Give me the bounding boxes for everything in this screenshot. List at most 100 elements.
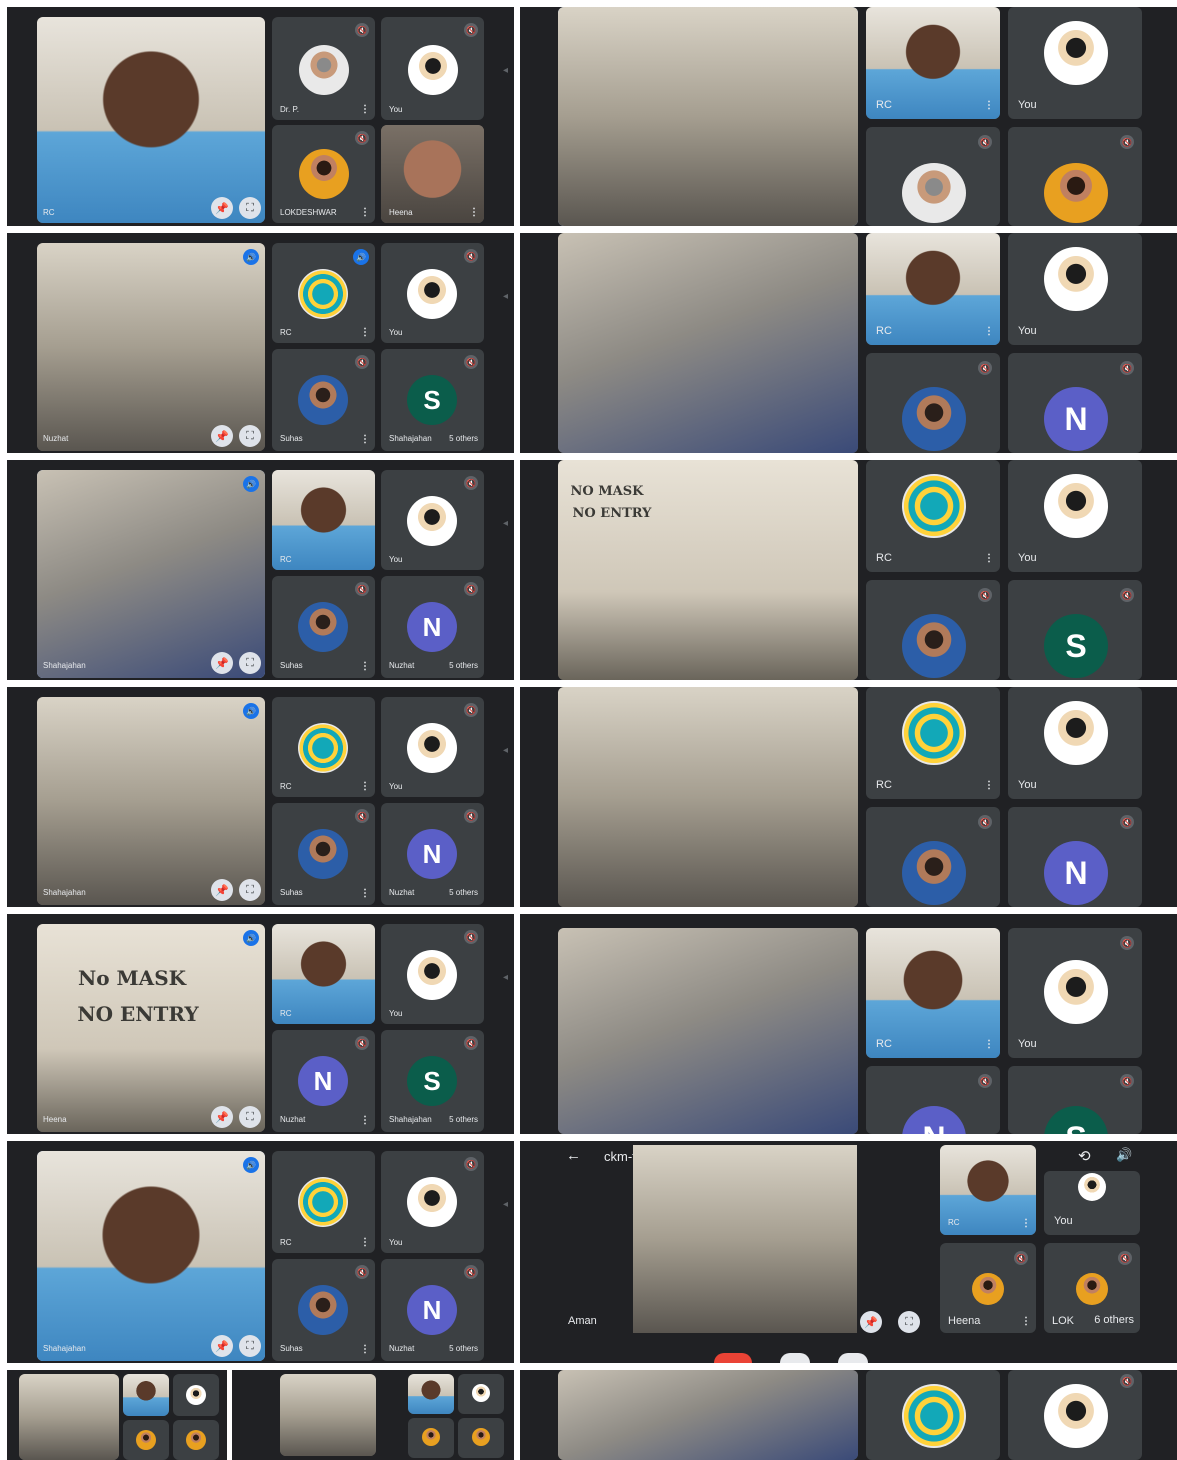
main-video-tile[interactable] xyxy=(558,233,858,453)
participant-tile[interactable]: RC ⋮ xyxy=(940,1145,1036,1235)
participant-tile[interactable] xyxy=(408,1418,454,1458)
participant-tile[interactable]: You xyxy=(1008,687,1142,799)
participant-tile[interactable] xyxy=(123,1374,169,1416)
more-options-icon[interactable]: ⋮ xyxy=(360,435,370,445)
rail-arrow-icon[interactable]: ◂ xyxy=(503,291,508,302)
participant-tile[interactable] xyxy=(458,1374,504,1414)
pin-icon[interactable]: 📌 xyxy=(211,1335,233,1357)
main-video-tile[interactable] xyxy=(558,928,858,1134)
participant-tile[interactable]: S 🔇 Shahajahan 5 others xyxy=(381,1030,484,1132)
participant-tile[interactable]: 🔇 LOK 6 others xyxy=(1044,1243,1140,1333)
rail-arrow-icon[interactable]: ◂ xyxy=(503,65,508,76)
more-options-icon[interactable]: ⋮ xyxy=(360,889,370,899)
pin-icon[interactable]: 📌 xyxy=(211,879,233,901)
others-count[interactable]: 5 others xyxy=(449,661,478,670)
participant-tile[interactable]: You xyxy=(1008,460,1142,572)
participant-tile[interactable] xyxy=(173,1420,219,1460)
rail-arrow-icon[interactable]: ◂ xyxy=(503,518,508,529)
fullscreen-icon[interactable]: ⛶ xyxy=(239,879,261,901)
more-options-icon[interactable]: ⋮ xyxy=(360,208,370,218)
fullscreen-icon[interactable]: ⛶ xyxy=(898,1311,920,1333)
others-count[interactable]: 5 others xyxy=(449,434,478,443)
rail-arrow-icon[interactable]: ◂ xyxy=(503,745,508,756)
participant-tile[interactable]: 🔇 You xyxy=(381,924,484,1024)
participant-tile[interactable]: S 🔇 Shahajahan 5 others xyxy=(381,349,484,451)
more-options-icon[interactable]: ⋮ xyxy=(984,327,994,337)
participant-tile[interactable]: Heena ⋮ xyxy=(381,125,484,223)
mic-toggle-button[interactable] xyxy=(780,1353,810,1363)
participant-tile[interactable]: N 🔇 Nuzhat ⋮ xyxy=(272,1030,375,1132)
participant-tile[interactable]: 🔇 xyxy=(866,353,1000,453)
participant-tile[interactable]: N 🔇 xyxy=(1008,807,1142,907)
participant-tile[interactable]: 🔇 You xyxy=(381,697,484,797)
more-options-icon[interactable]: ⋮ xyxy=(360,105,370,115)
more-options-icon[interactable]: ⋮ xyxy=(1021,1219,1031,1229)
participant-tile[interactable] xyxy=(458,1418,504,1458)
participant-tile[interactable]: 🔇 xyxy=(866,580,1000,680)
participant-tile[interactable]: RC ⋮ xyxy=(866,233,1000,345)
participant-tile[interactable]: RC ⋮ xyxy=(866,7,1000,119)
participant-tile[interactable]: 🔇 You xyxy=(1008,928,1142,1058)
main-video-tile[interactable]: 🔊 Shahajahan 📌 ⛶ xyxy=(37,470,265,678)
participant-tile[interactable]: You xyxy=(1008,233,1142,345)
participant-tile[interactable]: 🔇 xyxy=(866,807,1000,907)
participant-tile[interactable]: 🔇 Dr. P. ⋮ xyxy=(272,17,375,120)
participant-tile[interactable]: 🔇 You xyxy=(381,243,484,343)
more-options-icon[interactable]: ⋮ xyxy=(360,782,370,792)
others-count[interactable]: 6 others xyxy=(1094,1314,1134,1326)
participant-tile[interactable]: RC xyxy=(272,470,375,570)
participant-tile[interactable]: RC ⋮ xyxy=(866,460,1000,572)
others-count[interactable]: 5 others xyxy=(449,888,478,897)
pin-icon[interactable]: 📌 xyxy=(211,652,233,674)
participant-tile[interactable] xyxy=(866,1370,1000,1460)
participant-tile[interactable]: RC ⋮ xyxy=(272,1151,375,1253)
main-video-tile[interactable]: RC 📌 ⛶ xyxy=(37,17,265,223)
participant-tile[interactable]: You xyxy=(1008,7,1142,119)
pin-icon[interactable]: 📌 xyxy=(211,1106,233,1128)
participant-tile[interactable]: You xyxy=(1044,1171,1140,1235)
more-options-icon[interactable]: ⋮ xyxy=(360,662,370,672)
main-video-tile[interactable]: 🔊 Shahajahan 📌 ⛶ xyxy=(37,697,265,905)
participant-tile[interactable]: S 🔇 xyxy=(1008,1066,1142,1134)
participant-tile[interactable]: 🔇 xyxy=(1008,127,1142,226)
fullscreen-icon[interactable]: ⛶ xyxy=(239,425,261,447)
main-video-tile[interactable] xyxy=(633,1145,857,1333)
participant-tile[interactable]: 🔇 Suhas ⋮ xyxy=(272,576,375,678)
participant-tile[interactable]: 🔇 xyxy=(1008,1370,1142,1460)
participant-tile[interactable]: 🔇 You xyxy=(381,1151,484,1253)
main-video-tile[interactable]: 🔊 Nuzhat 📌 ⛶ xyxy=(37,243,265,451)
more-options-icon[interactable]: ⋮ xyxy=(360,328,370,338)
participant-tile[interactable] xyxy=(123,1420,169,1460)
volume-icon[interactable]: 🔊 xyxy=(1116,1147,1132,1163)
participant-tile[interactable]: RC ⋮ xyxy=(866,687,1000,799)
participant-tile[interactable]: N 🔇 xyxy=(1008,353,1142,453)
camera-toggle-button[interactable] xyxy=(838,1353,868,1363)
others-count[interactable]: 5 others xyxy=(449,1115,478,1124)
more-options-icon[interactable]: ⋮ xyxy=(984,1040,994,1050)
more-options-icon[interactable]: ⋮ xyxy=(360,1238,370,1248)
participant-tile[interactable]: RC ⋮ xyxy=(866,928,1000,1058)
fullscreen-icon[interactable]: ⛶ xyxy=(239,1106,261,1128)
main-video-tile[interactable] xyxy=(558,1370,858,1460)
fullscreen-icon[interactable]: ⛶ xyxy=(239,197,261,219)
main-video-tile[interactable] xyxy=(558,687,858,907)
others-count[interactable]: 5 others xyxy=(449,1344,478,1353)
participant-tile[interactable] xyxy=(173,1374,219,1416)
pin-icon[interactable]: 📌 xyxy=(211,197,233,219)
participant-tile[interactable]: N 🔇 Nuzhat 5 others xyxy=(381,1259,484,1361)
more-options-icon[interactable]: ⋮ xyxy=(984,101,994,111)
participant-tile[interactable]: RC xyxy=(272,924,375,1024)
rail-arrow-icon[interactable]: ◂ xyxy=(503,1199,508,1210)
main-video-tile[interactable] xyxy=(558,7,858,226)
more-options-icon[interactable]: ⋮ xyxy=(984,554,994,564)
more-options-icon[interactable]: ⋮ xyxy=(984,781,994,791)
fullscreen-icon[interactable]: ⛶ xyxy=(239,652,261,674)
participant-tile[interactable]: 🔇 xyxy=(866,127,1000,226)
pin-icon[interactable]: 📌 xyxy=(211,425,233,447)
participant-tile[interactable]: N 🔇 Nuzhat 5 others xyxy=(381,803,484,905)
participant-tile[interactable]: 🔇 Suhas ⋮ xyxy=(272,803,375,905)
end-call-button[interactable] xyxy=(714,1353,752,1363)
rail-arrow-icon[interactable]: ◂ xyxy=(503,972,508,983)
participant-tile[interactable] xyxy=(408,1374,454,1414)
more-options-icon[interactable]: ⋮ xyxy=(360,1345,370,1355)
